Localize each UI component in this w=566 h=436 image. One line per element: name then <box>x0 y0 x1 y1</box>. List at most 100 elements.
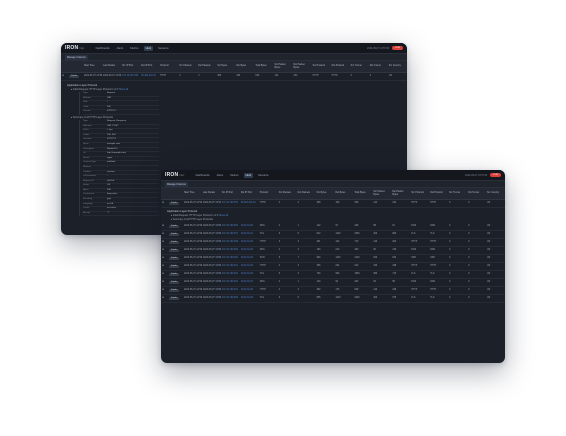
expand-icon[interactable]: ⊕ <box>161 199 168 208</box>
detail-item-summary[interactable]: ▸ Summary of all HTTP Layer Protocols <box>71 116 397 119</box>
col-header[interactable]: Dst Packet Bytes <box>292 61 312 73</box>
table-row[interactable]: ⊕Details2024-05-07 13:56:392024-05-07 13… <box>161 262 505 271</box>
table-cell[interactable]: 172.16.100.157 <box>220 230 240 239</box>
nav-metrics[interactable]: Metrics <box>228 173 240 178</box>
col-header[interactable]: Dst IP:Port <box>140 61 160 73</box>
expand-icon[interactable]: ⊕ <box>161 254 168 263</box>
table-cell[interactable]: 172.16.100.155 <box>220 199 240 208</box>
expand-icon[interactable]: ⊕ <box>161 270 168 279</box>
details-button[interactable]: Details <box>169 233 180 236</box>
manage-columns-select[interactable]: Manage Columns <box>165 181 188 187</box>
details-button[interactable]: Details <box>169 202 180 205</box>
expand-icon[interactable]: ⊕ <box>161 294 168 303</box>
table-row[interactable]: ⊕Details2024-05-07 13:56:382024-05-07 13… <box>161 254 505 263</box>
table-cell[interactable]: 172.16.100.159 <box>220 246 240 255</box>
col-header[interactable]: Src Tunnel <box>448 188 468 200</box>
col-header[interactable]: Protocol <box>159 61 179 73</box>
table-cell[interactable]: 93.184.216.34 <box>140 72 160 81</box>
details-button[interactable]: Details <box>169 241 180 244</box>
detail-item-initial-request[interactable]: ▸ Initial Request: HTTP Layer Protocol 1… <box>171 214 495 217</box>
col-header[interactable]: Last Packet <box>102 61 122 73</box>
table-cell[interactable]: 10.10.10.29 <box>239 294 259 303</box>
expand-icon[interactable]: ⊕ <box>161 230 168 239</box>
col-header[interactable]: Src Bytes <box>315 188 335 200</box>
table-cell[interactable]: 172.16.100.158 <box>220 238 240 247</box>
table-row[interactable]: ⊕Details2024-05-07 13:56:372024-05-07 13… <box>161 246 505 255</box>
manage-columns-select[interactable]: Manage Columns <box>65 54 88 60</box>
table-cell[interactable]: 172.16.100.164 <box>220 286 240 295</box>
col-header[interactable]: Dst Packet Bytes <box>391 188 411 200</box>
detail-item-summary[interactable]: ▸ Summary of all HTTP Layer Protocols <box>171 218 495 221</box>
col-header[interactable]: Start Time <box>183 188 202 200</box>
live-badge[interactable]: LIVE <box>490 173 501 177</box>
table-cell[interactable]: 10.10.10.23 <box>239 246 259 255</box>
col-header[interactable]: Last Packet <box>201 188 221 200</box>
col-header[interactable]: Dst Packets <box>197 61 217 73</box>
expand-icon[interactable]: ⊕ <box>61 72 68 81</box>
details-button[interactable]: Details <box>169 265 180 268</box>
col-header[interactable]: Dst Protocol <box>330 61 350 73</box>
table-cell[interactable]: 172.16.100.155 <box>121 72 141 81</box>
expand-icon[interactable]: ⊕ <box>161 246 168 255</box>
col-header[interactable]: Src Country <box>387 61 407 73</box>
details-button[interactable]: Details <box>169 281 180 284</box>
nav-sessions[interactable]: Sessions <box>156 46 171 51</box>
table-row[interactable]: ⊕Details2024-05-07 13:56:422024-05-07 13… <box>161 286 505 295</box>
col-header[interactable]: Total Bytes <box>254 61 274 73</box>
col-header[interactable]: Src Packets <box>277 188 297 200</box>
details-button[interactable]: Details <box>169 273 180 276</box>
nav-metrics[interactable]: Metrics <box>128 46 140 51</box>
col-header[interactable]: Src IP:Port <box>121 61 141 73</box>
table-row[interactable]: ⊕Details2024-05-07 13:56:352024-05-07 13… <box>161 230 505 239</box>
col-header[interactable]: Src Packets <box>178 61 198 73</box>
col-header[interactable]: Dst Bytes <box>235 61 255 73</box>
col-header[interactable]: Src Packet Bytes <box>372 188 392 200</box>
table-row[interactable]: ⊕Details2024-05-07 13:56:412024-05-07 13… <box>161 278 505 287</box>
col-header[interactable]: Dst Bytes <box>334 188 354 200</box>
nav-alerts[interactable]: Alerts <box>215 173 226 178</box>
table-row[interactable]: ⊕Details2024-05-07 13:56:432024-05-07 13… <box>161 294 505 303</box>
col-header[interactable]: Dst Packets <box>296 188 316 200</box>
col-header[interactable]: Start Time <box>83 61 103 73</box>
col-header[interactable]: Dst Tunnel <box>467 188 486 200</box>
col-header[interactable]: Src Country <box>486 188 505 200</box>
nav-alerts[interactable]: Alerts <box>115 46 126 51</box>
nav-hunt[interactable]: Hunt <box>243 172 254 178</box>
table-cell[interactable]: 172.16.100.163 <box>220 278 240 287</box>
expand-icon[interactable]: ⊕ <box>161 223 168 231</box>
details-button[interactable]: Details <box>169 249 180 252</box>
table-cell[interactable]: 10.10.10.27 <box>239 278 259 287</box>
col-header[interactable]: Protocol <box>258 188 278 200</box>
col-header[interactable]: Dst IP:Port <box>239 188 259 200</box>
live-badge[interactable]: LIVE <box>392 46 403 50</box>
col-header[interactable]: Dst Tunnel <box>368 61 388 73</box>
col-header[interactable]: Total Bytes <box>353 188 373 200</box>
detail-item-initial-request[interactable]: ▸ Initial Request: HTTP Layer Protocol 1… <box>71 88 397 91</box>
show-all-link[interactable]: Show All <box>119 88 128 91</box>
details-button[interactable]: Details <box>69 75 80 78</box>
table-row[interactable]: ⊕Details2024-05-07 13:56:402024-05-07 13… <box>161 270 505 279</box>
table-row[interactable]: ⊕Details2024-05-07 13:56:332024-05-07 13… <box>61 72 407 81</box>
table-cell[interactable]: 172.16.100.161 <box>220 262 240 271</box>
details-button[interactable]: Details <box>169 257 180 260</box>
table-cell[interactable]: 10.10.10.24 <box>239 254 259 263</box>
table-cell[interactable]: 172.16.100.156 <box>220 223 240 231</box>
expand-icon[interactable]: ⊕ <box>161 278 168 287</box>
expand-icon[interactable]: ⊕ <box>161 286 168 295</box>
table-cell[interactable]: 172.16.100.162 <box>220 270 240 279</box>
table-row[interactable]: ⊕Details2024-05-07 13:56:342024-05-07 13… <box>161 223 505 231</box>
table-cell[interactable]: 10.10.10.28 <box>239 286 259 295</box>
nav-sessions[interactable]: Sessions <box>256 173 271 178</box>
show-all-link[interactable]: Show All <box>219 214 228 217</box>
table-cell[interactable]: 10.10.10.21 <box>239 230 259 239</box>
col-header[interactable]: Src Bytes <box>216 61 236 73</box>
table-row[interactable]: ⊕Details2024-05-07 13:56:332024-05-07 13… <box>161 199 505 208</box>
table-cell[interactable]: 10.10.10.26 <box>239 270 259 279</box>
details-button[interactable]: Details <box>169 289 180 292</box>
nav-hunt[interactable]: Hunt <box>143 45 154 51</box>
details-button[interactable]: Details <box>169 297 180 300</box>
table-cell[interactable]: 93.184.216.34 <box>239 199 259 208</box>
col-header[interactable]: Src IP:Port <box>220 188 240 200</box>
nav-dashboards[interactable]: Dashboards <box>194 173 212 178</box>
expand-icon[interactable]: ⊕ <box>161 262 168 271</box>
